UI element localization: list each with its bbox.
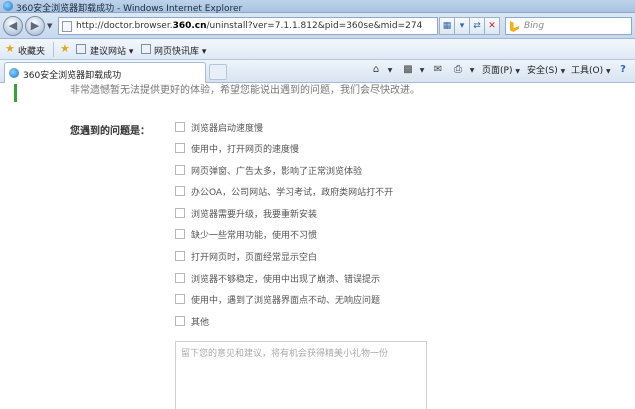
print-dropdown-icon[interactable]: ▼ [466,64,478,76]
option-checkbox[interactable] [175,316,185,326]
intro-text: 非常遗憾暂无法提供更好的体验，希望您能说出遇到的问题，我们会尽快改进。 [70,85,420,96]
help-icon[interactable]: ? [617,64,629,76]
suggested-sites-link[interactable]: 建议网站 ▾ [90,44,133,57]
option-checkbox[interactable] [175,229,185,239]
option-label[interactable]: 办公OA，公司网站、学习考试，政府类网站打不开 [191,185,393,198]
ie-logo-icon [3,1,13,11]
tab-active[interactable]: 360安全浏览器卸载成功 [4,62,206,83]
tools-menu[interactable]: 工具(O) ▼ [571,63,611,79]
option-label[interactable]: 网页弹窗、广告太多，影响了正常浏览体验 [191,164,362,177]
forward-icon[interactable]: ▶ [25,16,45,36]
option-checkbox[interactable] [175,208,185,218]
window-title-bar: 360安全浏览器卸载成功 - Windows Internet Explorer [0,0,635,14]
tab-row: 360安全浏览器卸载成功 ⌂ ▼ ▩ ▼ ✉ ⎙ ▼ 页面(P) ▼ 安全(S)… [0,60,635,83]
home-icon[interactable]: ⌂ [370,64,382,76]
address-buttons: ▦ ▾ ⇄ ✕ [439,17,500,35]
address-bar-row: ◀ ▶ ▼ http://doctor.browser.360.cn/unins… [0,13,635,39]
url-text[interactable]: http://doctor.browser.360.cn/uninstall?v… [76,21,422,31]
stop-icon[interactable]: ✕ [484,17,500,35]
favorites-star-icon: ★ [5,42,15,55]
page-menu[interactable]: 页面(P) ▼ [482,63,520,79]
history-dropdown-icon[interactable]: ▼ [47,22,52,30]
tab-favicon-icon [9,68,19,78]
option-checkbox[interactable] [175,143,185,153]
safety-menu[interactable]: 安全(S) ▼ [527,63,565,79]
option-label[interactable]: 浏览器不够稳定，使用中出现了崩溃、错误提示 [191,272,380,285]
page-icon [62,21,72,32]
feeds-icon[interactable]: ▩ [402,64,414,76]
option-checkbox[interactable] [175,165,185,175]
address-input[interactable]: http://doctor.browser.360.cn/uninstall?v… [58,17,438,35]
question-label: 您遇到的问题是： [70,126,150,137]
option-checkbox[interactable] [175,122,185,132]
refresh-icon[interactable]: ⇄ [469,17,485,35]
feedback-textarea[interactable] [175,341,427,409]
search-input[interactable]: Bing [505,17,632,35]
search-placeholder: Bing [524,21,545,31]
feeds-dropdown-icon[interactable]: ▼ [416,64,428,76]
option-checkbox[interactable] [175,273,185,283]
add-favorite-icon[interactable]: ★ [60,43,70,54]
favorites-button[interactable]: 收藏夹 [18,44,45,57]
bing-icon [510,21,519,32]
mail-icon[interactable]: ✉ [432,64,444,76]
tab-label: 360安全浏览器卸载成功 [23,71,122,81]
home-dropdown-icon[interactable]: ▼ [384,64,396,76]
dropdown-icon[interactable]: ▾ [454,17,470,35]
option-label[interactable]: 浏览器启动速度慢 [191,121,263,134]
option-label[interactable]: 使用中，打开网页的速度慢 [191,142,299,155]
divider [53,42,54,57]
new-tab-button[interactable] [209,64,227,80]
option-label[interactable]: 浏览器需要升级，我要重新安装 [191,207,317,220]
suggested-sites-icon [76,44,86,54]
option-checkbox[interactable] [175,186,185,196]
section-accent-bar [14,84,17,102]
web-slice-gallery-link[interactable]: 网页快讯库 ▾ [154,44,206,57]
web-slice-icon [141,44,151,54]
back-icon[interactable]: ◀ [3,16,23,36]
option-label[interactable]: 其他 [191,315,209,328]
option-label[interactable]: 打开网页时，页面经常显示空白 [191,250,317,263]
option-label[interactable]: 缺少一些常用功能，使用不习惯 [191,228,317,241]
option-label[interactable]: 使用中，遇到了浏览器界面点不动、无响应问题 [191,293,380,306]
page-content: 非常遗憾暂无法提供更好的体验，希望您能说出遇到的问题，我们会尽快改进。 您遇到的… [0,84,635,409]
option-checkbox[interactable] [175,294,185,304]
compat-icon[interactable]: ▦ [439,17,455,35]
print-icon[interactable]: ⎙ [452,64,464,76]
favorites-bar: ★ 收藏夹 ★ 建议网站 ▾ 网页快讯库 ▾ [0,39,635,60]
option-checkbox[interactable] [175,251,185,261]
